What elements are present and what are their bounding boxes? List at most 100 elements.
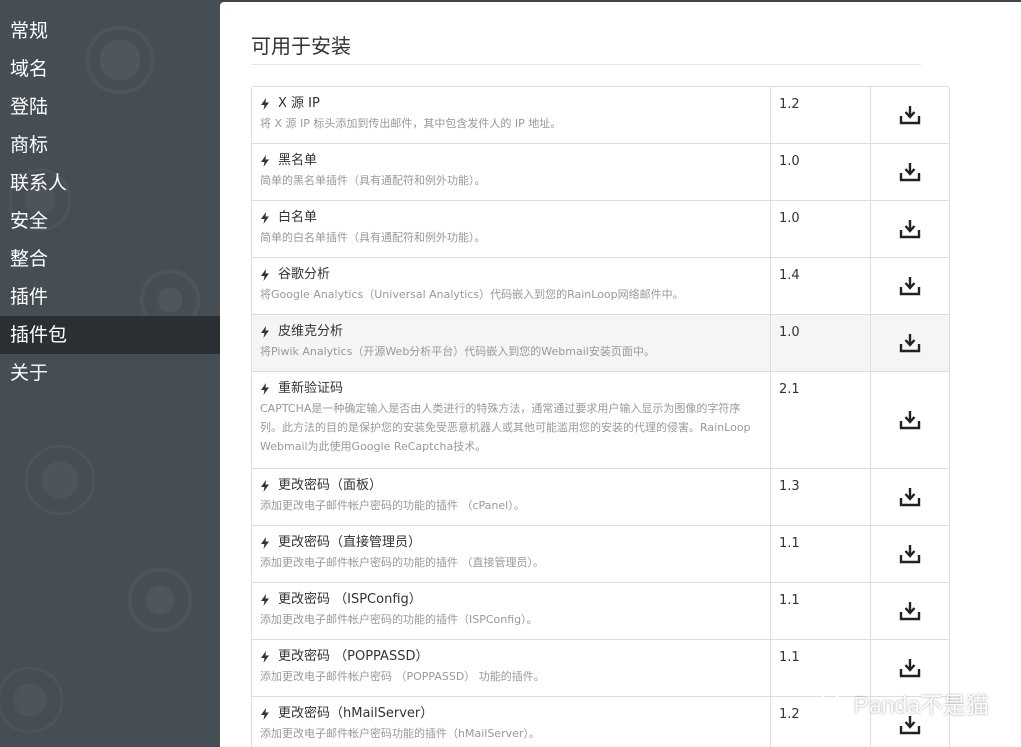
download-icon[interactable] — [899, 162, 921, 182]
table-row: 重新验证码 CAPTCHA是一种确定输入是否由人类进行的特殊方法，通常通过要求用户… — [252, 372, 949, 469]
sidebar-item-domains[interactable]: 域名 — [0, 50, 220, 88]
plugin-description: 简单的黑名单插件（具有通配符和例外功能）。 — [260, 174, 486, 187]
plugin-version: 1.4 — [771, 258, 871, 314]
plugin-info-cell: X 源 IP 将 X 源 IP 标头添加到传出邮件，其中包含发件人的 IP 地址。 — [252, 87, 771, 143]
plugin-name-text: 白名单 — [278, 210, 318, 225]
download-icon[interactable] — [899, 410, 921, 430]
plugin-version: 1.0 — [771, 201, 871, 257]
sidebar-item-packages[interactable]: 插件包 — [0, 316, 220, 354]
plugin-description: 将 X 源 IP 标头添加到传出邮件，其中包含发件人的 IP 地址。 — [260, 117, 562, 130]
plugin-name: 黑名单 — [260, 152, 762, 170]
plugin-name: 谷歌分析 — [260, 266, 762, 284]
plugin-info-cell: 白名单简单的白名单插件（具有通配符和例外功能）。 — [252, 201, 771, 257]
plugin-version: 1.1 — [771, 583, 871, 639]
plugin-name-text: 更改密码 （POPPASSD） — [278, 649, 429, 664]
download-icon[interactable] — [899, 276, 921, 296]
bolt-icon — [261, 383, 269, 395]
download-icon[interactable] — [899, 487, 921, 507]
bolt-icon — [261, 651, 269, 663]
install-button[interactable] — [871, 258, 949, 314]
bolt-icon — [261, 98, 269, 110]
sidebar-item-login[interactable]: 登陆 — [0, 88, 220, 126]
plugin-description: CAPTCHA是一种确定输入是否由人类进行的特殊方法，通常通过要求用户输入显示为… — [260, 402, 751, 453]
sidebar-nav: 常规 域名 登陆 商标 联系人 安全 整合 插件 插件包 关于 — [0, 0, 220, 392]
sidebar-item-branding[interactable]: 商标 — [0, 126, 220, 164]
watermark-text: Panda不是猫 — [853, 692, 989, 718]
plugin-version: 1.0 — [771, 144, 871, 200]
plugin-name: 更改密码（面板） — [260, 477, 762, 495]
plugin-info-cell: 更改密码（面板） 添加更改电子邮件帐户密码的功能的插件 （cPanel）。 — [252, 469, 771, 525]
plugin-info-cell: 更改密码（直接管理员） 添加更改电子邮件帐户密码的功能的插件 （直接管理员）。 — [252, 526, 771, 582]
plugin-name-text: 皮维克分析 — [278, 324, 344, 339]
plugin-info-cell: 更改密码 （ISPConfig） 添加更改电子邮件帐户密码的功能的插件（ISPCo… — [252, 583, 771, 639]
download-icon[interactable] — [899, 333, 921, 353]
sidebar-item-integrations[interactable]: 整合 — [0, 240, 220, 278]
download-icon[interactable] — [899, 219, 921, 239]
install-button[interactable] — [871, 144, 949, 200]
plugin-version: 1.2 — [771, 87, 871, 143]
install-button[interactable] — [871, 583, 949, 639]
plugin-name: 更改密码（hMailServer） — [260, 705, 762, 723]
table-row: 谷歌分析 将Google Analytics（Universal Analytic… — [252, 258, 949, 315]
plugin-name-text: 谷歌分析 — [278, 267, 331, 282]
plugin-name-text: 更改密码 （ISPConfig） — [278, 592, 422, 607]
plugin-description: 简单的白名单插件（具有通配符和例外功能）。 — [260, 231, 486, 244]
plugin-name-text: X 源 IP — [278, 96, 320, 111]
plugin-name-text: 更改密码（直接管理员） — [278, 535, 422, 550]
plugin-description: 添加更改电子邮件帐户密码的功能的插件（ISPConfig）。 — [260, 613, 538, 626]
table-row: 黑名单 简单的黑名单插件（具有通配符和例外功能）。 1.0 — [252, 144, 949, 201]
table-row: 更改密码 （ISPConfig） 添加更改电子邮件帐户密码的功能的插件（ISPCo… — [252, 583, 949, 640]
sidebar-item-plugins[interactable]: 插件 — [0, 278, 220, 316]
watermark: Panda不是猫 — [819, 686, 989, 720]
main-panel: 可用于安装 X 源 IP 将 X 源 IP 标头添加到传出邮件，其中包含发件人的 … — [220, 2, 1021, 747]
plugin-version: 1.3 — [771, 469, 871, 525]
sidebar-item-security[interactable]: 安全 — [0, 202, 220, 240]
plugin-table: X 源 IP 将 X 源 IP 标头添加到传出邮件，其中包含发件人的 IP 地址。… — [251, 86, 950, 747]
table-row: 更改密码（面板） 添加更改电子邮件帐户密码的功能的插件 （cPanel）。 1.3 — [252, 469, 949, 526]
download-icon[interactable] — [899, 544, 921, 564]
plugin-name: 更改密码 （POPPASSD） — [260, 648, 762, 666]
install-button[interactable] — [871, 526, 949, 582]
plugin-version: 1.0 — [771, 315, 871, 371]
plugin-description: 将Piwik Analytics（开源Web分析平台）代码嵌入到您的Webmai… — [260, 345, 655, 358]
sidebar-item-about[interactable]: 关于 — [0, 354, 220, 392]
sidebar-item-contacts[interactable]: 联系人 — [0, 164, 220, 202]
plugin-name: 白名单 — [260, 209, 762, 227]
install-button[interactable] — [871, 469, 949, 525]
plugin-name-text: 黑名单 — [278, 153, 318, 168]
bolt-icon — [261, 594, 269, 606]
plugin-info-cell: 黑名单简单的黑名单插件（具有通配符和例外功能）。 — [252, 144, 771, 200]
bolt-icon — [261, 326, 269, 338]
table-row: 更改密码（直接管理员） 添加更改电子邮件帐户密码的功能的插件 （直接管理员）。 1.… — [252, 526, 949, 583]
download-icon[interactable] — [899, 658, 921, 678]
download-icon[interactable] — [899, 105, 921, 125]
bolt-icon — [261, 708, 269, 720]
table-row: 白名单 简单的白名单插件（具有通配符和例外功能）。 1.0 — [252, 201, 949, 258]
plugin-description: 添加更改电子邮件帐户密码功能的插件（hMailServer）。 — [260, 727, 540, 740]
plugin-name: 重新验证码 — [260, 380, 762, 398]
table-row: X 源 IP 将 X 源 IP 标头添加到传出邮件，其中包含发件人的 IP 地址。… — [252, 87, 949, 144]
plugin-description: 添加更改电子邮件帐户密码的功能的插件 （cPanel）。 — [260, 499, 525, 512]
plugin-name-text: 更改密码（面板） — [278, 478, 383, 493]
plugin-name: 更改密码（直接管理员） — [260, 534, 762, 552]
bolt-icon — [261, 480, 269, 492]
plugin-info-cell: 更改密码 （POPPASSD） 添加更改电子邮件帐户密码 （POPPASSD） 功… — [252, 640, 771, 696]
plugin-info-cell: 谷歌分析 将Google Analytics（Universal Analytic… — [252, 258, 771, 314]
install-button[interactable] — [871, 315, 949, 371]
plugin-description: 添加更改电子邮件帐户密码的功能的插件 （直接管理员）。 — [260, 556, 544, 569]
plugin-name: X 源 IP — [260, 95, 762, 113]
install-button[interactable] — [871, 87, 949, 143]
plugin-name-text: 重新验证码 — [278, 381, 344, 396]
plugin-version: 1.1 — [771, 526, 871, 582]
download-icon[interactable] — [899, 601, 921, 621]
plugin-version: 2.1 — [771, 372, 871, 468]
install-button[interactable] — [871, 201, 949, 257]
bolt-icon — [261, 269, 269, 281]
bolt-icon — [261, 155, 269, 167]
install-button[interactable] — [871, 372, 949, 468]
sidebar-item-general[interactable]: 常规 — [0, 12, 220, 50]
table-row: 皮维克分析将Piwik Analytics（开源Web分析平台）代码嵌入到您的W… — [252, 315, 949, 372]
sidebar: 常规 域名 登陆 商标 联系人 安全 整合 插件 插件包 关于 — [0, 0, 220, 747]
page-title: 可用于安装 — [251, 34, 351, 58]
bolt-icon — [261, 537, 269, 549]
